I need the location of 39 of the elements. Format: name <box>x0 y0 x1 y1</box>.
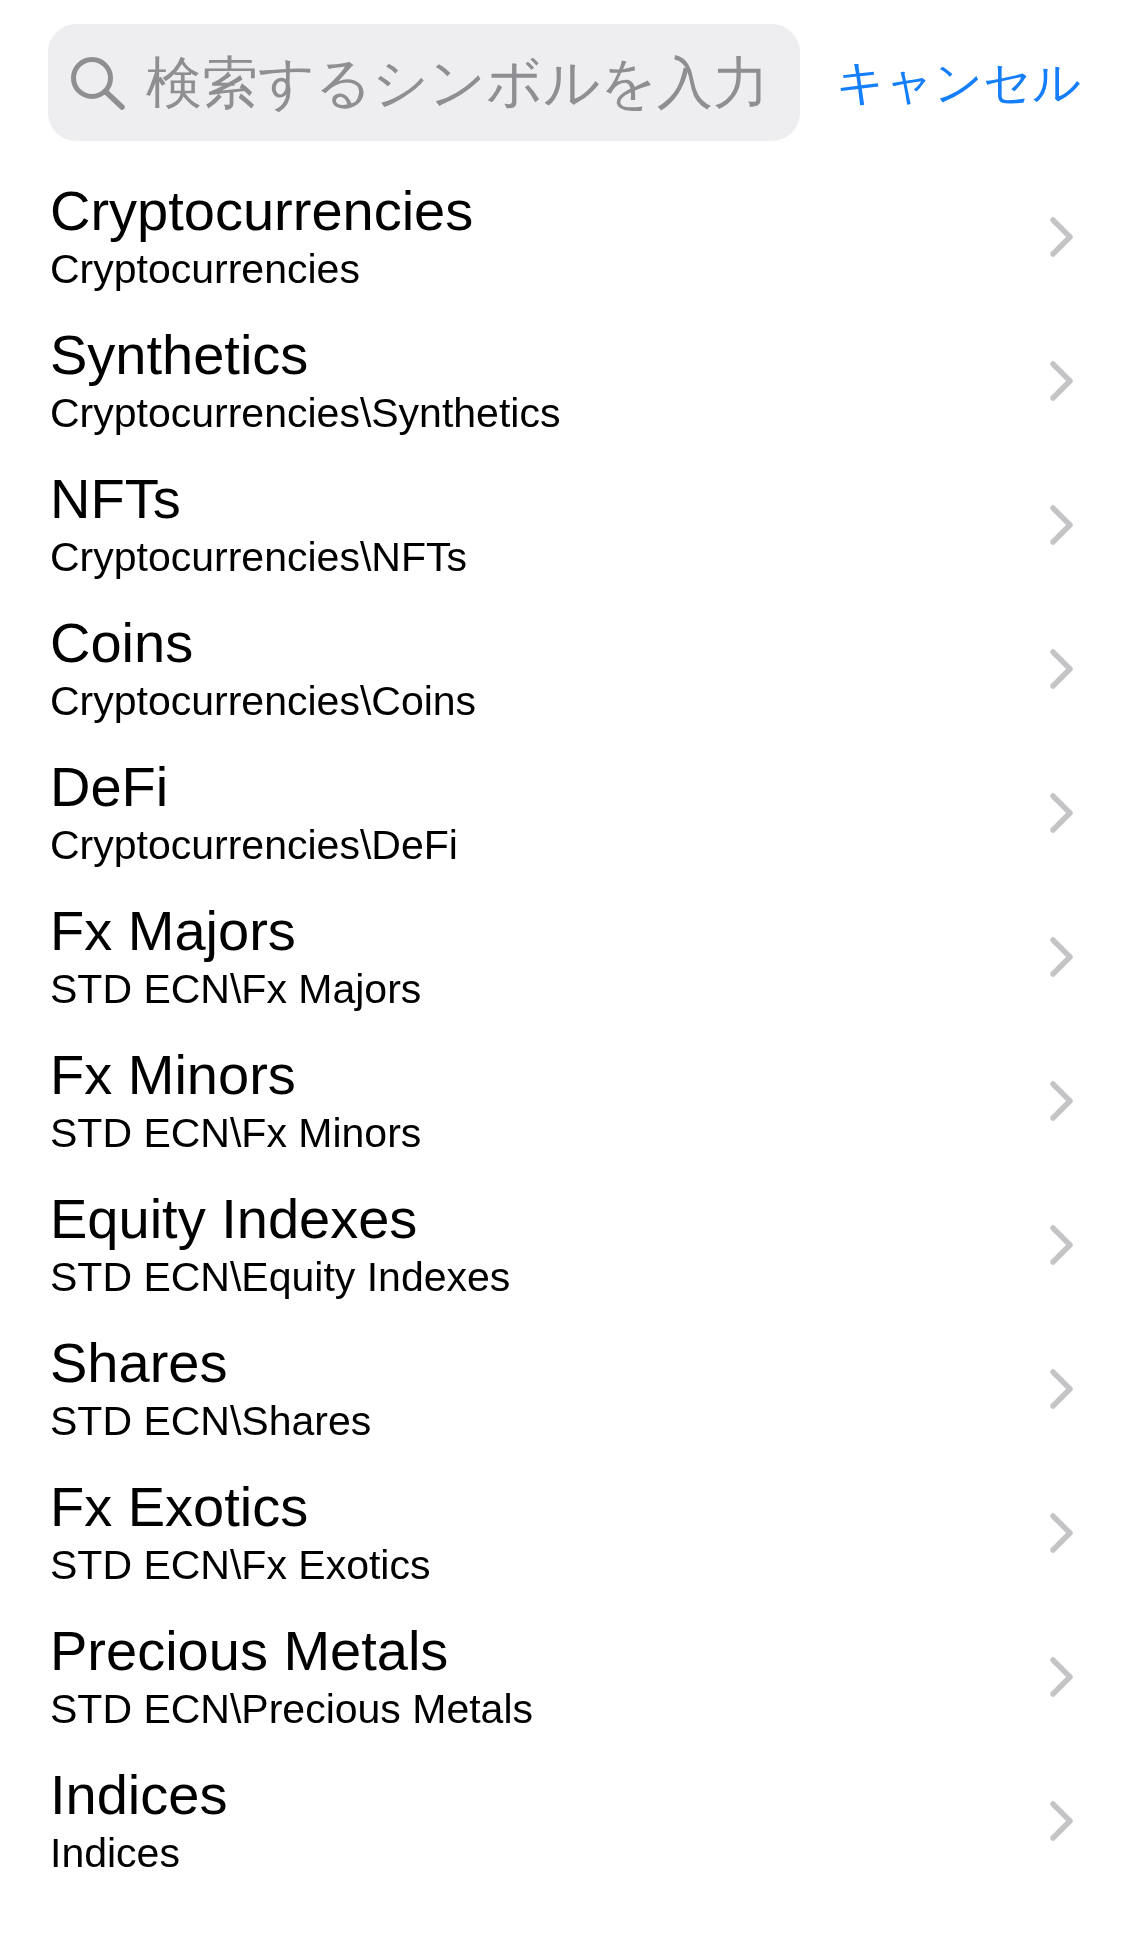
category-title[interactable]: Fx Exotics <box>50 1476 309 1538</box>
category-path: STD ECN\Shares <box>50 1397 372 1446</box>
category-path: STD ECN\Equity Indexes <box>50 1253 511 1302</box>
category-title[interactable]: DeFi <box>50 756 169 818</box>
chevron-icon <box>1050 649 1073 689</box>
category-title[interactable]: Equity Indexes <box>50 1188 418 1250</box>
chevron-icon <box>1050 937 1073 977</box>
category-title[interactable]: Fx Minors <box>50 1044 296 1106</box>
chevron-icon <box>1050 793 1073 833</box>
category-title[interactable]: Fx Majors <box>50 900 296 962</box>
chevron-icon <box>1050 1801 1073 1841</box>
category-path: STD ECN\Fx Majors <box>50 965 422 1014</box>
category-path: Cryptocurrencies\Synthetics <box>50 389 561 438</box>
category-path: Cryptocurrencies\DeFi <box>50 821 458 870</box>
category-title[interactable]: Precious Metals <box>50 1620 449 1682</box>
chevron-icon <box>1050 1225 1073 1265</box>
category-path: STD ECN\Precious Metals <box>50 1685 533 1734</box>
category-title[interactable]: NFTs <box>50 468 181 530</box>
category-title[interactable]: Indices <box>50 1764 228 1826</box>
category-path: STD ECN\Fx Exotics <box>50 1541 431 1590</box>
category-path: STD ECN\Fx Minors <box>50 1109 422 1158</box>
chevron-icon <box>1050 1513 1073 1553</box>
category-title[interactable]: Coins <box>50 612 194 674</box>
chevron-icon <box>1050 1369 1073 1409</box>
category-title[interactable]: Shares <box>50 1332 228 1394</box>
category-path: Indices <box>50 1829 180 1878</box>
chevron-icon <box>1050 1657 1073 1697</box>
category-path: Cryptocurrencies\NFTs <box>50 533 467 582</box>
category-path: Cryptocurrencies\Coins <box>50 677 477 726</box>
cancel-button[interactable]: キャンセル <box>836 50 1081 115</box>
chevron-icon <box>1050 361 1073 401</box>
chevron-icon <box>1050 505 1073 545</box>
chevron-icon <box>1050 1081 1073 1121</box>
category-title[interactable]: Cryptocurrencies <box>50 180 474 242</box>
category-title[interactable]: Synthetics <box>50 324 309 386</box>
search-icon <box>70 55 126 110</box>
chevron-icon <box>1050 217 1073 257</box>
search-field[interactable]: 検索するシンボルを入力 <box>48 24 800 141</box>
category-path: Cryptocurrencies <box>50 245 360 294</box>
